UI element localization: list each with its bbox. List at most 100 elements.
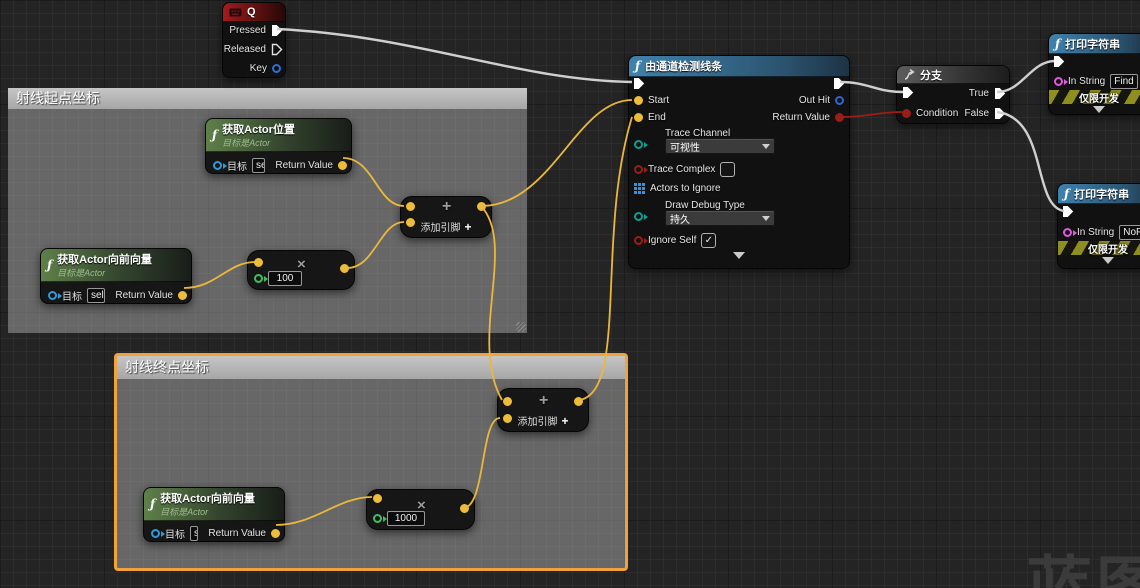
in-string-value-box[interactable]: NoFind [1119, 225, 1140, 240]
return-value-pin[interactable] [338, 161, 347, 170]
collapse-arrow[interactable] [1058, 257, 1140, 264]
node-title: 由通道检测线条 [645, 58, 722, 74]
target-pin[interactable] [151, 529, 160, 538]
comment-resize-handle[interactable] [516, 322, 526, 332]
node-add-2[interactable]: + 添加引脚+ [497, 388, 589, 432]
trace-channel-pin[interactable] [634, 140, 643, 149]
start-pin[interactable] [634, 96, 643, 105]
add-pin-button[interactable]: 添加引脚+ [498, 413, 588, 428]
trace-complex-checkbox[interactable] [720, 162, 735, 177]
comment-header[interactable]: 射线终点坐标 [117, 356, 625, 379]
collapse-arrow-icon [733, 252, 745, 259]
node-branch[interactable]: 分支 Condition True False [896, 65, 1010, 124]
event-title: Q [247, 6, 256, 18]
pin-row-trace-complex: Trace Complex [634, 162, 735, 177]
end-pin[interactable] [634, 113, 643, 122]
in-string-pin[interactable] [1063, 228, 1072, 237]
pin-row-key: Key [250, 63, 281, 74]
pin-row-ignore-self: Ignore Self ✓ [634, 233, 716, 248]
draw-debug-type-dropdown[interactable]: 持久 [665, 210, 775, 226]
node-subtitle: 目标是Actor [160, 505, 255, 518]
out-hit-pin[interactable] [835, 96, 844, 105]
exec-pin-pressed[interactable] [271, 24, 283, 37]
node-print-string-2[interactable]: ƒ 打印字符串 In String NoFind 仅限开发 [1057, 183, 1140, 269]
function-icon: ƒ [635, 59, 640, 73]
comment-header[interactable]: 射线起点坐标 [8, 88, 527, 109]
collapse-arrow[interactable] [629, 252, 849, 259]
draw-debug-type-pin[interactable] [634, 212, 643, 221]
plus-icon: + [539, 392, 548, 410]
dropdown-caret-icon [762, 144, 770, 149]
ignore-self-pin[interactable] [634, 236, 643, 245]
node-multiply-1[interactable]: 100 × [247, 250, 355, 290]
target-value-box[interactable]: self [87, 288, 105, 303]
add-output-pin[interactable] [477, 202, 486, 211]
pin-row-released: Released [224, 43, 283, 56]
return-value-pin[interactable] [835, 113, 844, 122]
function-icon: ƒ [150, 497, 155, 511]
multiply-output-pin[interactable] [340, 264, 349, 273]
in-string-value-box[interactable]: Find [1110, 74, 1137, 89]
node-get-forward-vector-1[interactable]: ƒ 获取Actor向前向量 目标是Actor 目标 self Return Va… [40, 248, 192, 304]
add-input-a-pin[interactable] [503, 397, 512, 406]
return-value-pin[interactable] [178, 291, 187, 300]
target-pin[interactable] [48, 291, 57, 300]
node-event-q[interactable]: Q Pressed Released Key [222, 2, 286, 78]
collapse-arrow[interactable] [1049, 106, 1140, 113]
return-value-pin[interactable] [271, 529, 280, 538]
exec-pin-released[interactable] [271, 43, 283, 56]
keyboard-icon [229, 8, 242, 17]
array-pin-icon[interactable] [634, 183, 645, 194]
node-add-1[interactable]: + 添加引脚+ [400, 196, 492, 238]
key-pin[interactable] [272, 64, 281, 73]
exec-in-pin[interactable] [1053, 55, 1065, 68]
add-pin-button[interactable]: 添加引脚+ [401, 219, 491, 234]
node-line-trace-by-channel[interactable]: ƒ 由通道检测线条 Start End Trace Channel 可视性 Tr… [628, 55, 850, 269]
comment-title: 射线终点坐标 [125, 359, 209, 375]
target-value-box[interactable]: self [190, 526, 198, 541]
pin-row-return-value: Return Value [772, 112, 844, 123]
condition-pin[interactable] [902, 109, 911, 118]
pin-row-start: Start [634, 95, 669, 106]
function-icon: ƒ [1064, 187, 1069, 201]
pin-row-condition: Condition [902, 108, 958, 119]
comment-title: 射线起点坐标 [16, 90, 100, 106]
development-only-banner: 仅限开发 [1049, 90, 1140, 104]
multiply-icon: × [297, 256, 306, 273]
ignore-self-checkbox[interactable]: ✓ [701, 233, 716, 248]
node-get-forward-vector-2[interactable]: ƒ 获取Actor向前向量 目标是Actor 目标 self Return Va… [143, 487, 285, 542]
dropdown-caret-icon [762, 216, 770, 221]
node-multiply-2[interactable]: 1000 × [366, 489, 475, 530]
node-print-string-1[interactable]: ƒ 打印字符串 In String Find 仅限开发 [1048, 33, 1140, 115]
exec-false-pin[interactable] [994, 107, 1006, 120]
multiply-input-b-pin[interactable] [254, 274, 263, 283]
exec-in-pin[interactable] [902, 86, 914, 99]
trace-channel-dropdown[interactable]: 可视性 [665, 138, 775, 154]
development-only-banner: 仅限开发 [1058, 241, 1140, 255]
add-pin-plus-icon: + [561, 414, 568, 428]
target-pin[interactable] [213, 161, 222, 170]
exec-true-pin[interactable] [994, 87, 1006, 100]
node-title: 打印字符串 [1074, 186, 1129, 202]
multiply-input-a-pin[interactable] [254, 258, 263, 267]
blueprint-canvas[interactable]: 射线起点坐标 射线终点坐标 Q Pressed Rel [0, 0, 1140, 588]
node-get-actor-location[interactable]: ƒ 获取Actor位置 目标是Actor 目标 self Return Valu… [205, 118, 352, 174]
multiply-output-pin[interactable] [460, 504, 469, 513]
multiply-value-box[interactable]: 100 [268, 271, 302, 286]
function-icon: ƒ [1055, 37, 1060, 51]
target-value-box[interactable]: self [252, 158, 265, 173]
function-icon: ƒ [212, 128, 217, 142]
plus-icon: + [442, 198, 451, 216]
wire-exec-false-to-print2 [997, 112, 1064, 211]
multiply-input-a-pin[interactable] [373, 494, 382, 503]
exec-in-pin[interactable] [633, 77, 645, 90]
exec-out-pin[interactable] [833, 77, 845, 90]
in-string-pin[interactable] [1054, 77, 1063, 86]
multiply-input-b-pin[interactable] [373, 514, 382, 523]
node-title: 获取Actor位置 [222, 121, 295, 137]
add-output-pin[interactable] [574, 397, 583, 406]
exec-in-pin[interactable] [1062, 205, 1074, 218]
add-input-a-pin[interactable] [406, 202, 415, 211]
trace-complex-pin[interactable] [634, 165, 643, 174]
pin-row-false: False [965, 107, 1006, 120]
